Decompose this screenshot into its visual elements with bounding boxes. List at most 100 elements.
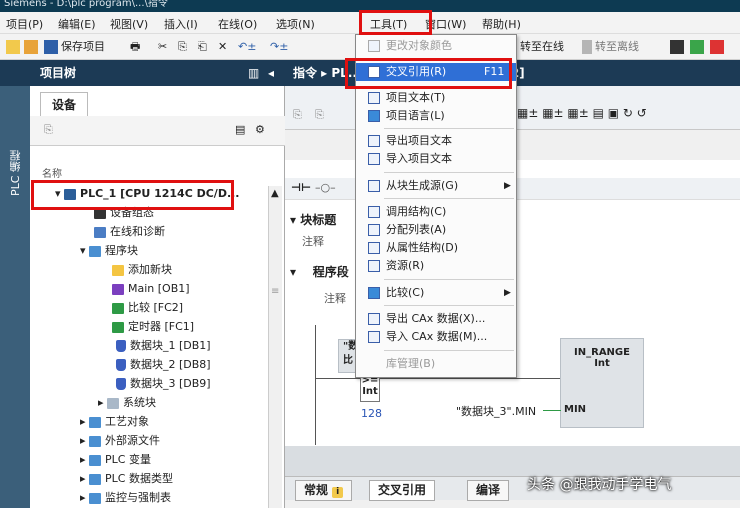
tree-item-compare-fc2[interactable]: 比较 [FC2] (112, 298, 183, 317)
folder-icon (89, 416, 102, 428)
tree-item-timer-fc1[interactable]: 定时器 [FC1] (112, 317, 194, 336)
redo-icon[interactable]: ↷± (270, 39, 288, 55)
delete-icon[interactable]: ✕ (218, 39, 227, 55)
tree-item-add-new-block[interactable]: 添加新块 (112, 260, 172, 279)
expand-icon[interactable]: ▸ (98, 396, 107, 409)
tree-toolbar: ⎘ ▤ ⚙ (30, 116, 285, 146)
paste-icon[interactable]: ⎗ (198, 39, 207, 55)
menu-online[interactable]: 在线(O) (218, 16, 257, 32)
no-contact-icon[interactable]: ⊣⊢ (291, 181, 311, 194)
menu-view[interactable]: 视图(V) (110, 16, 148, 32)
expand-icon[interactable]: ▸ (80, 453, 89, 466)
insert-network-icon[interactable]: ⎘ (293, 108, 302, 122)
fc-icon (112, 321, 124, 333)
tree-item-plc-data-types[interactable]: ▸ PLC 数据类型 (80, 469, 173, 488)
folder-icon (89, 492, 102, 504)
menu-item-generate-source[interactable]: 从块生成源(G) ▶ (356, 177, 516, 195)
project-tree-header: 项目树 ▥ ◂ (0, 60, 285, 86)
tree-item-technology-objects[interactable]: ▸ 工艺对象 (80, 412, 149, 431)
highlight-plc1 (31, 180, 234, 210)
block-title: ▾ 块标题 (290, 213, 337, 227)
network-comment[interactable]: 注释 (324, 290, 346, 306)
go-offline-button[interactable]: 转至离线 (582, 39, 639, 55)
stop-cpu-icon[interactable] (710, 39, 727, 55)
power-rail (315, 325, 316, 445)
start-cpu-icon[interactable] (690, 39, 707, 55)
scroll-up-icon[interactable]: ▲ (271, 188, 279, 199)
save-button[interactable]: 保存项目 (44, 39, 105, 55)
tree-scrollbar[interactable]: ▲ ≡ (268, 186, 282, 508)
expand-icon[interactable]: ▸ (80, 472, 89, 485)
menu-item-project-languages[interactable]: 项目语言(L) (356, 107, 516, 125)
watermark: 头条 @跟我动手学电气 (527, 477, 672, 493)
tab-cross-reference[interactable]: 交叉引用 (369, 480, 436, 501)
menu-edit[interactable]: 编辑(E) (58, 16, 96, 32)
db-icon (116, 340, 126, 352)
min-operand[interactable]: "数据块_3".MIN (456, 403, 536, 419)
coil-icon[interactable]: –○– (315, 181, 336, 194)
block-comment[interactable]: 注释 (302, 233, 324, 249)
accessible-devices-icon[interactable] (670, 39, 687, 55)
menu-item-project-texts[interactable]: 项目文本(T) (356, 89, 516, 107)
compare-operand[interactable]: 128 (361, 407, 382, 420)
menu-project[interactable]: 项目(P) (6, 16, 43, 32)
import-cax-icon (368, 331, 380, 343)
resource-icon (368, 260, 380, 272)
tab-compile[interactable]: 编译 (467, 480, 510, 501)
min-wire (543, 410, 561, 411)
delete-network-icon[interactable]: ⎘ (315, 108, 324, 122)
tree-item-online-diagnostics[interactable]: 在线和诊断 (94, 222, 165, 241)
menu-item-library-management[interactable]: 库管理(B) (356, 355, 516, 373)
menu-item-compare[interactable]: 比较(C) ▶ (356, 284, 516, 302)
undo-icon[interactable]: ↶± (238, 39, 256, 55)
tree-item-plc-tags[interactable]: ▸ PLC 变量 (80, 450, 151, 469)
menu-insert[interactable]: 插入(I) (164, 16, 198, 32)
tree-item-system-blocks[interactable]: ▸ 系统块 (98, 393, 156, 412)
menu-item-export-texts[interactable]: 导出项目文本 (356, 132, 516, 150)
new-project-icon[interactable] (6, 39, 23, 55)
highlight-cross-reference (345, 58, 512, 89)
tree-settings-icon[interactable]: ⚙ (255, 123, 265, 136)
tab-general[interactable]: 常规 i (295, 480, 353, 501)
tab-devices[interactable]: 设备 (40, 92, 88, 116)
cut-icon[interactable]: ✂ (158, 39, 167, 55)
tree-item-db9[interactable]: 数据块_3 [DB9] (116, 374, 211, 393)
expand-icon[interactable]: ▸ (80, 491, 89, 504)
tree-item-main-ob1[interactable]: Main [OB1] (112, 279, 190, 298)
compare-contact[interactable]: >= Int (360, 374, 380, 402)
language-icon (368, 110, 380, 122)
menu-item-import-cax[interactable]: 导入 CAx 数据(M)... (356, 328, 516, 346)
copy-icon[interactable]: ⎘ (178, 39, 187, 55)
menu-item-resources[interactable]: 资源(R) (356, 257, 516, 275)
menu-item-assignment-list[interactable]: 分配列表(A) (356, 221, 516, 239)
expand-icon[interactable]: ▾ (80, 244, 89, 257)
collapse-icon[interactable]: ◂ (268, 60, 274, 86)
overview-icon[interactable]: ▤ (235, 123, 245, 136)
in-range-type: Int (594, 358, 610, 369)
scroll-grip-icon[interactable]: ≡ (271, 286, 279, 297)
go-online-button[interactable]: 转至在线 (520, 39, 564, 55)
tree-item-db8[interactable]: 数据块_2 [DB8] (116, 355, 211, 374)
pin-icon[interactable]: ▥ (248, 60, 259, 86)
expand-icon[interactable]: ▸ (80, 415, 89, 428)
print-icon[interactable]: 🖶 (130, 39, 140, 55)
menu-help[interactable]: 帮助(H) (482, 16, 521, 32)
new-item-icon[interactable]: ⎘ (44, 123, 53, 137)
assignment-icon (368, 224, 380, 236)
editor-tools-icon[interactable]: ▦± ▦± ▦± ▤ ▣ ↻ ↺ (517, 106, 647, 120)
expand-icon[interactable]: ▸ (80, 434, 89, 447)
tree-item-watch-tables[interactable]: ▸ 监控与强制表 (80, 488, 171, 507)
menu-item-import-texts[interactable]: 导入项目文本 (356, 150, 516, 168)
open-project-icon[interactable] (24, 39, 41, 55)
menu-item-export-cax[interactable]: 导出 CAx 数据(X)... (356, 310, 516, 328)
menu-item-call-structure[interactable]: 调用结构(C) (356, 203, 516, 221)
diagnostics-icon (94, 226, 106, 238)
generate-icon (368, 180, 380, 192)
menu-options[interactable]: 选项(N) (276, 16, 315, 32)
tree-item-external-sources[interactable]: ▸ 外部源文件 (80, 431, 160, 450)
tree-item-program-blocks[interactable]: ▾ 程序块 (80, 241, 138, 260)
menu-item-change-color[interactable]: 更改对象颜色 (356, 37, 516, 55)
in-range-name: IN_RANGE (574, 347, 630, 358)
menu-item-dependency-structure[interactable]: 从属性结构(D) (356, 239, 516, 257)
tree-item-db1[interactable]: 数据块_1 [DB1] (116, 336, 211, 355)
